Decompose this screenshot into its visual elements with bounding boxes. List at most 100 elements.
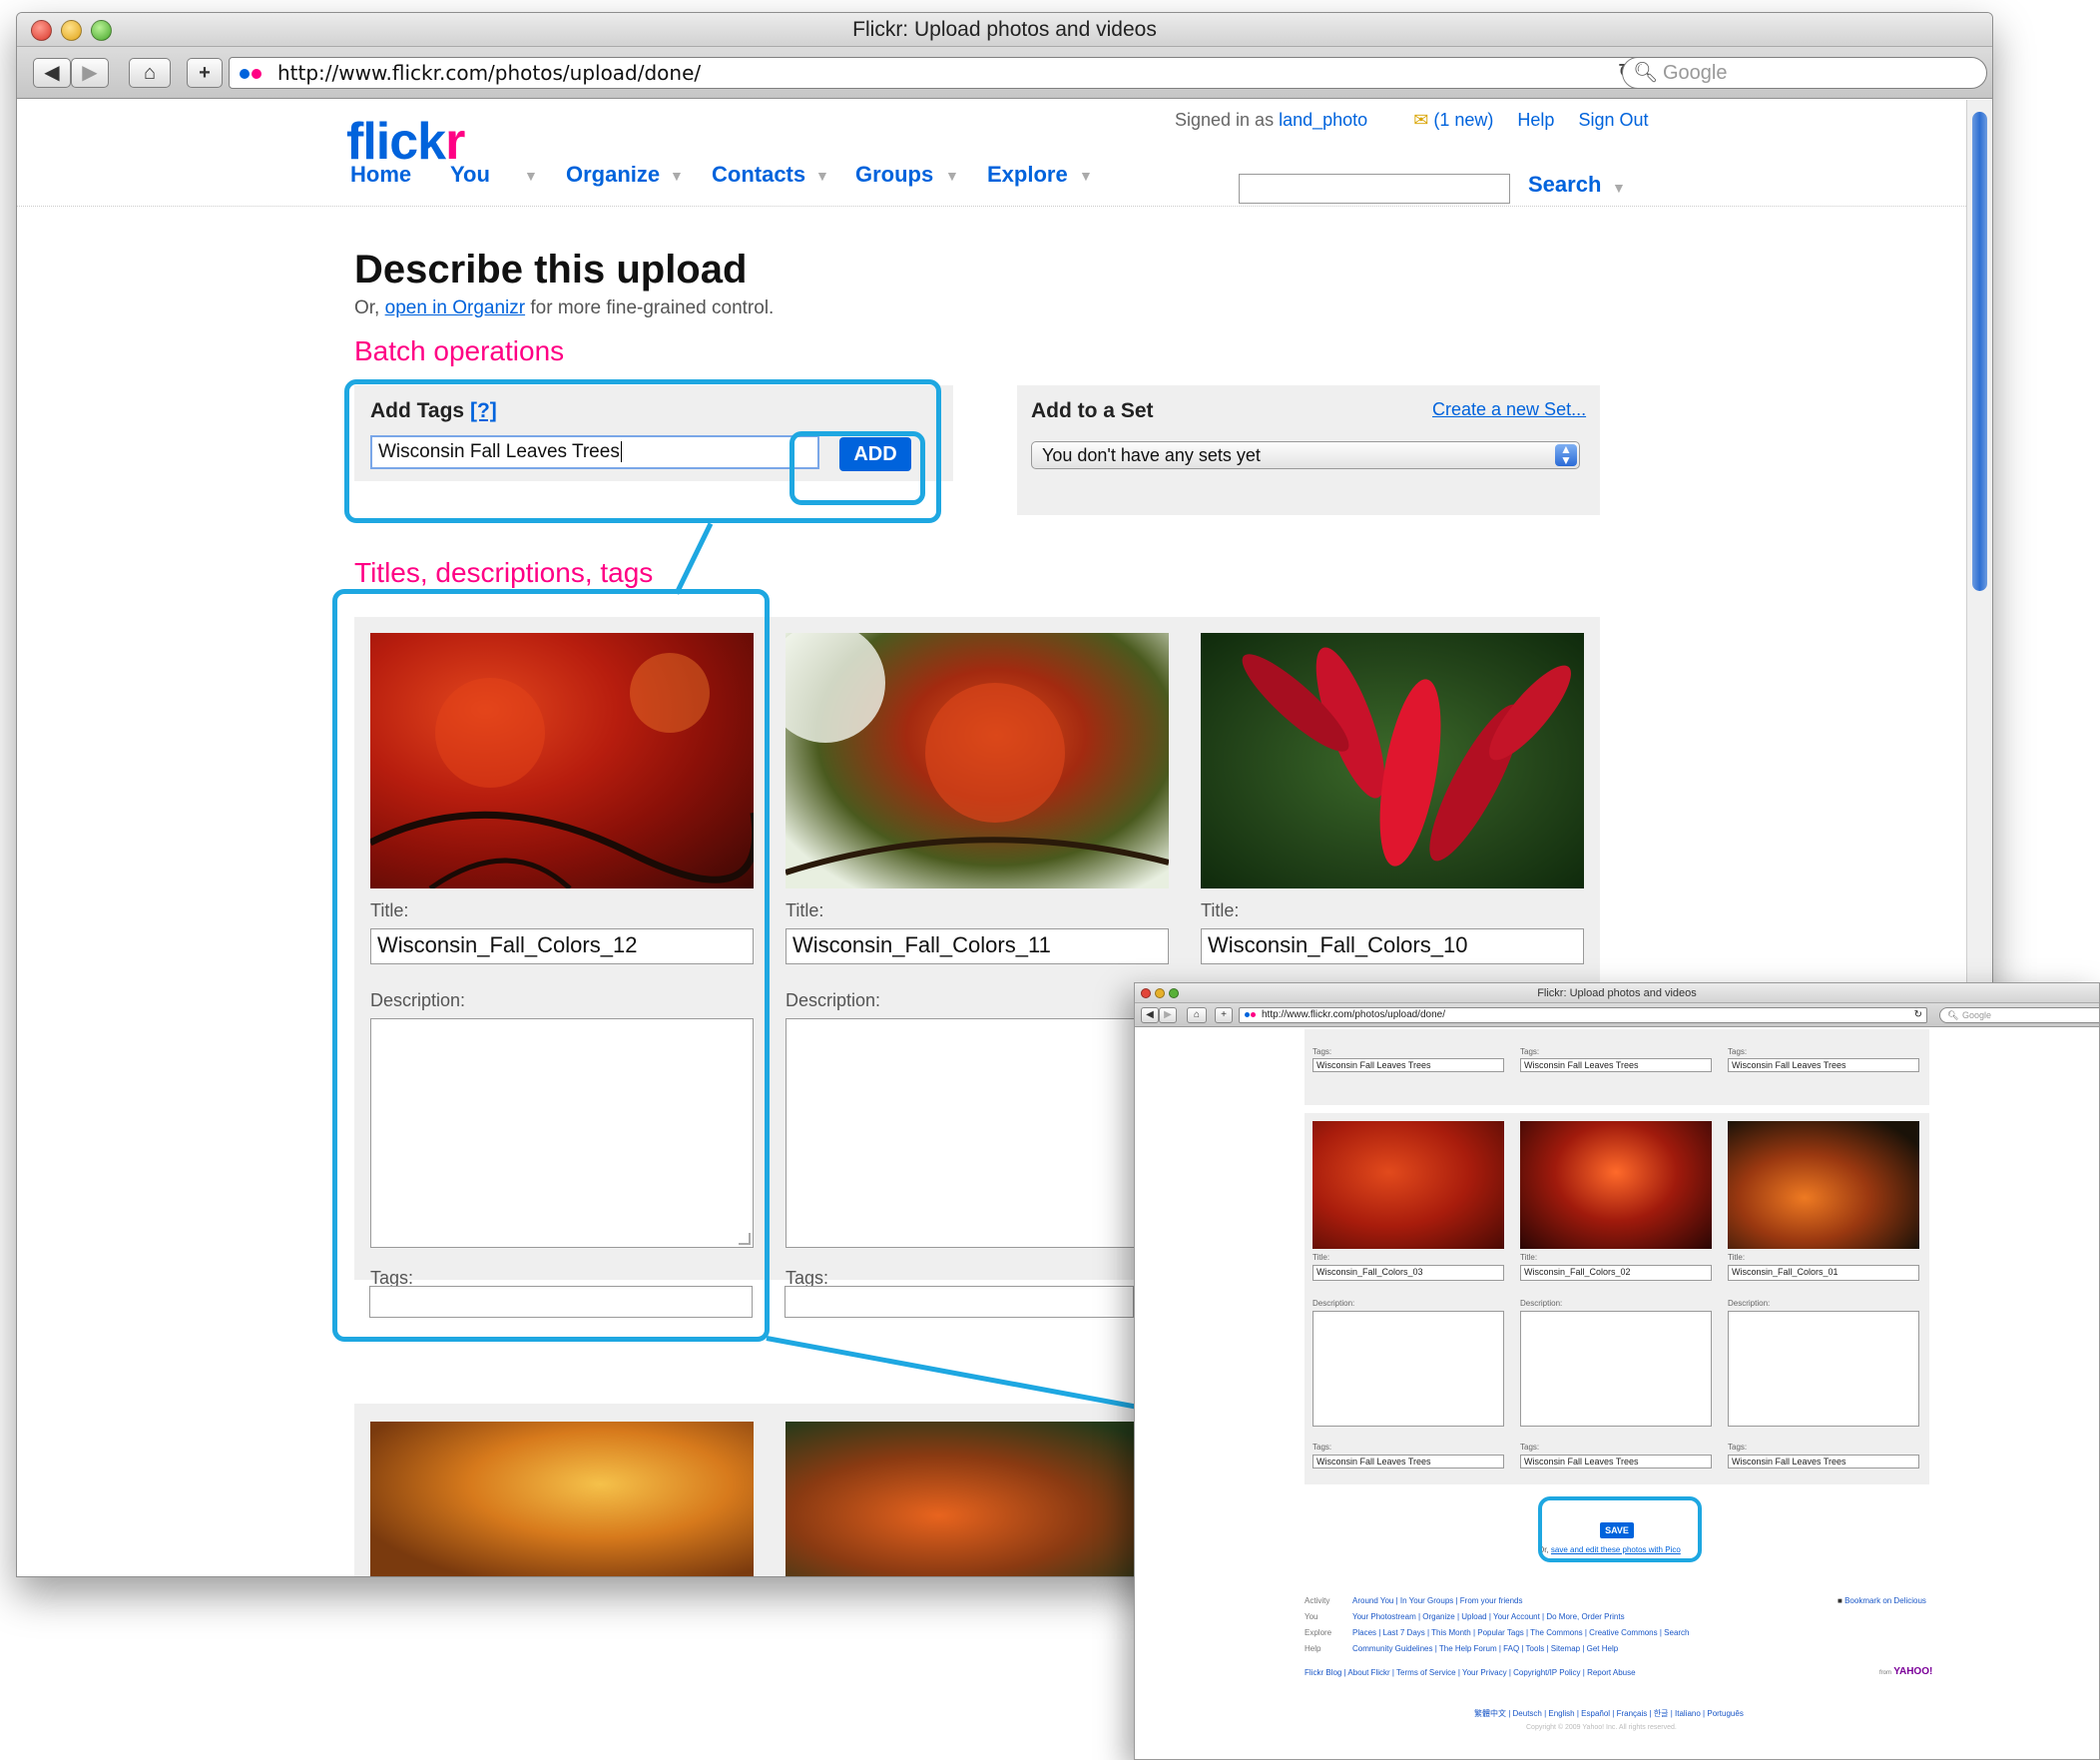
nav-organize[interactable]: Organize: [566, 162, 660, 188]
footer-yahoo: from YAHOO!: [1879, 1666, 1933, 1677]
help-link[interactable]: Help: [1517, 110, 1554, 130]
mail-count-link[interactable]: (1 new): [1433, 110, 1493, 130]
photo-thumbnail: [1728, 1121, 1919, 1249]
photo-tags-input: Wisconsin Fall Leaves Trees: [1728, 1455, 1919, 1468]
inset-toolbar: ◀ ▶ ⌂ + http://www.flickr.com/photos/upl…: [1135, 1003, 2099, 1027]
back-arrow-icon: ◀: [44, 62, 60, 84]
zoom-window-icon: [1169, 988, 1179, 998]
select-arrows-icon: ▲ ▼: [1555, 443, 1577, 466]
google-search-field[interactable]: 🔍︎ Google: [1622, 57, 1987, 89]
mail-icon[interactable]: ✉: [1413, 110, 1428, 130]
signed-in-label: Signed in as: [1175, 110, 1275, 130]
plus-icon: +: [199, 62, 211, 84]
inset-browser-window: Flickr: Upload photos and videos ◀ ▶ ⌂ +…: [1134, 982, 2100, 1760]
site-search-button[interactable]: Search: [1528, 172, 1601, 198]
forward-arrow-icon: ▶: [1159, 1007, 1177, 1023]
nav-you[interactable]: You: [450, 162, 490, 188]
description-label: Description:: [786, 990, 881, 1010]
inset-address-bar: http://www.flickr.com/photos/upload/done…: [1239, 1007, 1927, 1023]
chevron-down-icon[interactable]: ▼: [1612, 180, 1626, 196]
photo-thumbnail: [786, 633, 1169, 888]
address-bar[interactable]: http://www.flickr.com/photos/upload/done…: [229, 57, 1649, 89]
callout-add-button: [789, 431, 925, 505]
photo-title-input: Wisconsin_Fall_Colors_02: [1520, 1265, 1712, 1281]
set-select[interactable]: You don't have any sets yet ▲ ▼: [1031, 441, 1580, 469]
zoom-window-icon[interactable]: [91, 20, 112, 41]
page-subtitle: Or, open in Organizr for more fine-grain…: [354, 297, 774, 319]
footer-copyright: Copyright © 2009 Yahoo! Inc. All rights …: [1526, 1724, 1677, 1731]
footer-links: Flickr Blog | About Flickr | Terms of Se…: [1305, 1668, 1636, 1677]
inset-window-title: Flickr: Upload photos and videos: [1537, 987, 1697, 999]
close-window-icon[interactable]: [31, 20, 52, 41]
chevron-down-icon[interactable]: ▼: [815, 168, 829, 184]
chevron-down-icon[interactable]: ▼: [524, 168, 538, 184]
address-url: http://www.flickr.com/photos/upload/done…: [277, 61, 702, 85]
photo-tags-input: Wisconsin Fall Leaves Trees: [1312, 1058, 1504, 1072]
minimize-window-icon: [1155, 988, 1165, 998]
home-icon: ⌂: [1187, 1007, 1207, 1023]
subtitle-prefix: Or,: [354, 297, 380, 318]
photo-title-input[interactable]: Wisconsin_Fall_Colors_10: [1201, 928, 1584, 964]
photo-thumbnail: [786, 1422, 1169, 1576]
callout-photo-card: [332, 589, 770, 1342]
photo-description-textarea: [1312, 1311, 1504, 1427]
inset-google-search: 🔍︎ Google: [1939, 1007, 2099, 1023]
forward-button[interactable]: ▶: [71, 58, 109, 88]
batch-operations-heading: Batch operations: [354, 335, 565, 366]
site-search-input[interactable]: [1239, 174, 1510, 204]
photo-tags-input[interactable]: [785, 1286, 1134, 1318]
tags-label: Tags:: [1728, 1443, 1748, 1452]
footer-explore: Explore Places | Last 7 Days | This Month…: [1305, 1628, 1690, 1637]
reload-icon: ↻: [1913, 1009, 1922, 1020]
photo-thumbnail: [1520, 1121, 1712, 1249]
tags-label: Tags:: [1312, 1443, 1332, 1452]
create-set-link[interactable]: Create a new Set...: [1432, 399, 1586, 420]
page-title: Describe this upload: [354, 248, 748, 292]
chevron-down-icon[interactable]: ▼: [670, 168, 684, 184]
scrollbar-thumb[interactable]: [1972, 112, 1987, 591]
photo-thumbnail: [370, 1422, 754, 1576]
back-arrow-icon: ◀: [1141, 1007, 1159, 1023]
photo-tags-input: Wisconsin Fall Leaves Trees: [1728, 1058, 1919, 1072]
photo-title-input[interactable]: Wisconsin_Fall_Colors_11: [786, 928, 1169, 964]
back-button[interactable]: ◀: [33, 58, 71, 88]
titles-heading: Titles, descriptions, tags: [354, 557, 654, 588]
add-bookmark-button[interactable]: +: [187, 58, 223, 88]
search-icon: 🔍︎: [1633, 62, 1659, 84]
title-label: Title:: [1520, 1253, 1538, 1262]
delicious-icon: ■: [1838, 1596, 1842, 1605]
forward-arrow-icon: ▶: [82, 62, 98, 84]
add-to-set-label: Add to a Set: [1031, 399, 1154, 422]
nav-contacts[interactable]: Contacts: [712, 162, 805, 188]
nav-explore[interactable]: Explore: [987, 162, 1068, 188]
organizr-link[interactable]: open in Organizr: [385, 297, 525, 318]
header-divider: [17, 206, 1968, 207]
tags-label: Tags:: [1520, 1047, 1540, 1056]
flickr-favicon-icon: [240, 69, 267, 79]
yahoo-logo: YAHOO!: [1893, 1666, 1933, 1677]
title-label: Title:: [1728, 1253, 1746, 1262]
description-label: Description:: [1728, 1299, 1771, 1308]
photo-description-textarea[interactable]: [786, 1018, 1169, 1248]
title-label: Title:: [1201, 900, 1240, 920]
add-to-set-panel: Add to a Set Create a new Set... You don…: [1017, 385, 1600, 515]
footer-activity: Activity Around You | In Your Groups | Fr…: [1305, 1596, 1523, 1605]
chevron-down-icon[interactable]: ▼: [945, 168, 959, 184]
tags-label: Tags:: [1728, 1047, 1748, 1056]
subtitle-suffix: for more fine-grained control.: [530, 297, 775, 318]
photo-title-input: Wisconsin_Fall_Colors_03: [1312, 1265, 1504, 1281]
title-label: Title:: [1312, 1253, 1330, 1262]
username-link[interactable]: land_photo: [1279, 110, 1367, 130]
chevron-down-icon[interactable]: ▼: [1079, 168, 1093, 184]
description-label: Description:: [1520, 1299, 1563, 1308]
sign-out-link[interactable]: Sign Out: [1578, 110, 1648, 130]
minimize-window-icon[interactable]: [61, 20, 82, 41]
photo-tags-input: Wisconsin Fall Leaves Trees: [1520, 1058, 1712, 1072]
nav-home[interactable]: Home: [350, 162, 411, 188]
photo-thumbnail: [1312, 1121, 1504, 1249]
footer-languages: 繁體中文 | Deutsch | English | Español | Fra…: [1474, 1709, 1744, 1718]
close-window-icon: [1141, 988, 1151, 998]
nav-groups[interactable]: Groups: [855, 162, 933, 188]
flickr-favicon-icon: [1245, 1012, 1250, 1017]
home-button[interactable]: ⌂: [129, 58, 171, 88]
